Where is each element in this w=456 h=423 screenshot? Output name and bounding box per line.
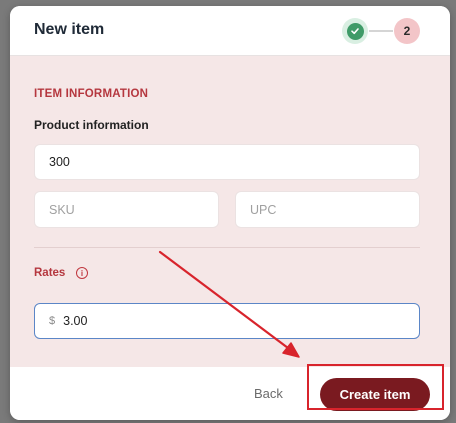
rates-label: Rates [34, 267, 66, 279]
modal-footer: Back Create item [10, 367, 450, 420]
step-2-current[interactable]: 2 [394, 18, 420, 44]
check-icon [346, 22, 364, 40]
stepper-connector [369, 30, 393, 32]
section-title-item-information: ITEM INFORMATION [34, 88, 149, 100]
stepper: 2 [342, 18, 420, 44]
product-information-input[interactable]: 300 [34, 144, 420, 180]
create-item-button[interactable]: Create item [320, 378, 430, 411]
currency-prefix: $ [49, 315, 56, 327]
sku-input[interactable]: SKU [34, 191, 219, 228]
modal-body: ITEM INFORMATION Product information 300… [10, 56, 450, 367]
modal-header: New item 2 [10, 6, 450, 56]
info-icon[interactable]: i [76, 267, 88, 279]
rate-value: 3.00 [63, 314, 88, 328]
new-item-modal: New item 2 ITEM INFORMATION Product info… [10, 6, 450, 420]
back-button[interactable]: Back [254, 386, 283, 401]
upc-input[interactable]: UPC [235, 191, 420, 228]
product-information-label: Product information [34, 118, 149, 132]
rate-input[interactable]: $ 3.00 [34, 303, 420, 339]
modal-title: New item [34, 21, 105, 38]
section-divider [34, 247, 420, 248]
step-1-completed[interactable] [342, 18, 368, 44]
